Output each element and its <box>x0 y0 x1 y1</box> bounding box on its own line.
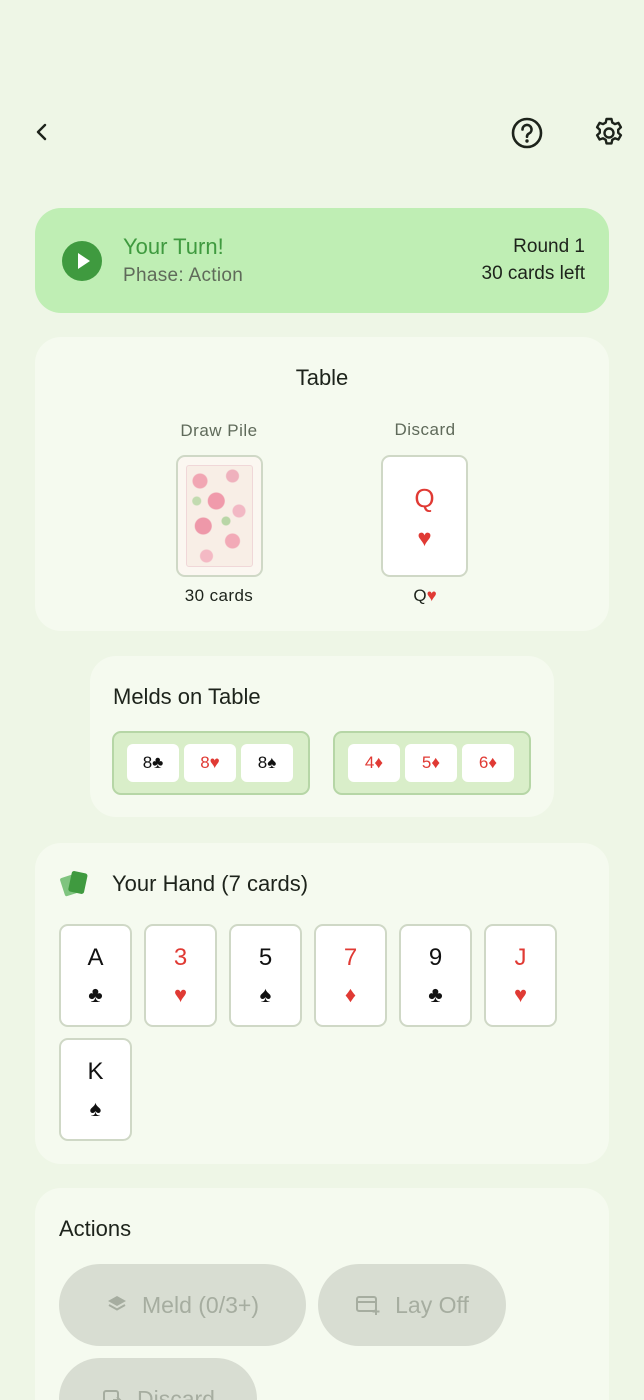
discard-caption-rank: Q <box>413 586 427 605</box>
top-bar <box>0 100 644 164</box>
hand-card[interactable]: K ♠ <box>59 1038 132 1141</box>
meld-card: 8♥ <box>184 744 236 782</box>
back-button[interactable] <box>24 114 60 150</box>
hand-card[interactable]: J ♥ <box>484 924 557 1027</box>
melds-title: Melds on Table <box>113 684 261 709</box>
card-rank: 3 <box>173 944 188 971</box>
club-icon: ♣ <box>88 982 103 1007</box>
table-panel: Table Draw Pile Discard 30 cards Q ♥ Q♥ <box>35 337 609 631</box>
discard-card-rank: Q <box>414 483 435 513</box>
turn-phase: Phase: Action <box>123 265 244 286</box>
meld-card: 8♠ <box>241 744 293 782</box>
draw-pile-label: Draw Pile <box>180 421 258 440</box>
cards-left-label: 30 cards left <box>481 263 586 284</box>
card-rank: 9 <box>428 944 443 971</box>
help-circle-icon <box>511 117 543 149</box>
lay-off-button-label: Lay Off <box>395 1291 469 1318</box>
spade-icon: ♠ <box>89 1096 102 1121</box>
table-title: Table <box>295 365 349 390</box>
club-icon: ♣ <box>428 982 443 1007</box>
hand-panel: Your Hand (7 cards) A ♣ 3 ♥ 5 ♠ 7 ♦ 9 ♣ … <box>35 843 609 1164</box>
discard-label: Discard <box>394 420 456 439</box>
meld-card: 5♦ <box>405 744 457 782</box>
meld-group[interactable]: 4♦ 5♦ 6♦ <box>333 731 531 795</box>
meld-group[interactable]: 8♣ 8♥ 8♠ <box>112 731 310 795</box>
hand-card[interactable]: A ♣ <box>59 924 132 1027</box>
card-rank: 5 <box>258 944 273 971</box>
hand-title: Your Hand (7 cards) <box>112 871 309 896</box>
card-rank: K <box>87 1058 104 1085</box>
chevron-left-icon <box>36 123 47 141</box>
draw-pile-card[interactable] <box>176 455 263 577</box>
actions-title: Actions <box>59 1216 132 1241</box>
card-rank: 7 <box>343 944 358 971</box>
card-back-image <box>186 465 253 567</box>
help-button[interactable] <box>506 112 548 154</box>
hand-card[interactable]: 9 ♣ <box>399 924 472 1027</box>
round-label: Round 1 <box>513 236 585 257</box>
discard-button[interactable]: Discard <box>59 1358 257 1400</box>
draw-pile-count: 30 cards <box>184 586 254 605</box>
gear-icon <box>595 117 623 145</box>
settings-button[interactable] <box>588 112 630 154</box>
discard-top-card[interactable]: Q ♥ <box>381 455 468 577</box>
heart-icon: ♥ <box>173 982 188 1007</box>
heart-icon: ♥ <box>426 586 437 605</box>
card-add-icon <box>356 1296 380 1315</box>
meld-card: 6♦ <box>462 744 514 782</box>
hand-card[interactable]: 5 ♠ <box>229 924 302 1027</box>
card-rank: A <box>87 944 104 971</box>
card-rank: J <box>514 944 527 971</box>
hand-card[interactable]: 3 ♥ <box>144 924 217 1027</box>
spade-icon: ♠ <box>259 982 272 1007</box>
meld-button[interactable]: Meld (0/3+) <box>59 1264 306 1346</box>
meld-card: 4♦ <box>348 744 400 782</box>
turn-status-banner: Your Turn! Phase: Action Round 1 30 card… <box>35 208 609 313</box>
heart-icon: ♥ <box>513 982 528 1007</box>
actions-panel: Actions Meld (0/3+) Lay Off Discard <box>35 1188 609 1400</box>
diamond-icon: ♦ <box>344 982 357 1007</box>
discard-caption: Q♥ <box>355 586 495 606</box>
turn-title: Your Turn! <box>123 234 224 259</box>
heart-icon: ♥ <box>417 525 432 552</box>
play-icon <box>62 241 102 281</box>
lay-off-button[interactable]: Lay Off <box>318 1264 506 1346</box>
hand-card[interactable]: 7 ♦ <box>314 924 387 1027</box>
cards-icon <box>60 871 88 897</box>
meld-button-label: Meld (0/3+) <box>142 1291 259 1318</box>
melds-panel: Melds on Table 8♣ 8♥ 8♠ 4♦ 5♦ 6♦ <box>90 656 554 817</box>
discard-button-label: Discard <box>137 1385 215 1400</box>
layers-icon <box>108 1296 127 1311</box>
meld-card: 8♣ <box>127 744 179 782</box>
discard-icon <box>103 1390 122 1400</box>
